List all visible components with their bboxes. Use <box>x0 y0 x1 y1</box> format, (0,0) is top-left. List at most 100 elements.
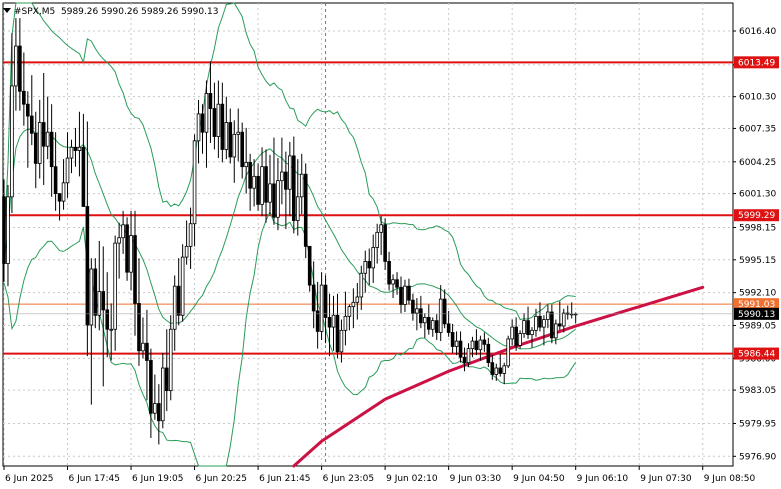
candle-body <box>411 299 415 314</box>
candle-body <box>546 311 550 320</box>
candle-body <box>307 245 312 286</box>
candle-body <box>288 155 292 190</box>
candle-body <box>125 224 129 273</box>
candle-body <box>109 328 113 331</box>
candle-body <box>101 291 106 311</box>
candle-body <box>81 146 86 207</box>
candle-body <box>208 93 213 109</box>
chart-background <box>0 0 781 489</box>
candle-body <box>387 261 391 285</box>
candle-body <box>69 146 74 159</box>
candle-body <box>89 268 94 326</box>
symbol-label: #SPX,M5 <box>14 7 55 17</box>
candle-body <box>61 182 66 202</box>
candle-body <box>478 339 483 351</box>
candle-body <box>113 242 117 330</box>
candle-body <box>145 342 149 361</box>
candle-body <box>292 155 296 221</box>
price-tick-label: 5998.15 <box>739 224 776 234</box>
candle-body <box>264 166 268 203</box>
candle-body <box>276 180 280 218</box>
candle-body <box>542 319 546 328</box>
candle <box>303 163 308 259</box>
candle-body <box>121 224 125 239</box>
candle-body <box>168 328 173 392</box>
time-tick-label: 9 Jun 08:50 <box>704 474 756 484</box>
candle-body <box>454 340 459 347</box>
time-tick-label: 9 Jun 04:50 <box>513 474 565 484</box>
candle-body <box>419 308 423 324</box>
candle-body <box>518 333 522 346</box>
candle-body <box>192 140 197 225</box>
candle-body <box>260 166 264 205</box>
price-tick-label: 5995.15 <box>739 256 776 266</box>
candle-body <box>399 286 403 305</box>
candle-body <box>319 284 324 332</box>
candle-body <box>462 356 467 364</box>
level-price-tag-label: 6013.49 <box>738 58 775 68</box>
candle-body <box>236 131 241 135</box>
price-tick-label: 6004.25 <box>739 158 776 168</box>
candle-body <box>506 338 510 367</box>
candle-body <box>53 166 58 194</box>
candle-body <box>149 360 153 414</box>
candle-body <box>137 303 141 352</box>
candle-body <box>160 367 165 422</box>
candle-body <box>522 320 526 334</box>
price-tick-label: 5983.05 <box>739 386 776 396</box>
candle-body <box>363 261 368 274</box>
candle-body <box>224 122 229 150</box>
candle-body <box>200 113 205 133</box>
candle-body <box>129 235 133 273</box>
candle <box>506 335 510 369</box>
time-tick-label: 9 Jun 07:30 <box>640 474 692 484</box>
candle-body <box>65 157 70 184</box>
candle <box>307 245 312 292</box>
candle-body <box>359 272 364 298</box>
candle-body <box>383 224 387 262</box>
price-tick-label: 5976.90 <box>739 452 776 462</box>
candle-body <box>272 183 276 218</box>
time-tick-label: 9 Jun 02:10 <box>386 474 438 484</box>
candle-body <box>371 247 376 269</box>
candle-body <box>514 326 518 346</box>
candle-body <box>311 284 316 312</box>
candle-body <box>164 367 169 392</box>
candle-body <box>41 122 46 147</box>
candle-body <box>530 329 534 336</box>
candle-body <box>498 367 503 374</box>
candle-body <box>37 122 42 164</box>
candle-body <box>252 175 256 189</box>
candle-body <box>180 256 185 316</box>
candle-body <box>550 311 554 339</box>
candle-body <box>442 298 447 325</box>
candle-body <box>407 285 411 301</box>
candle-body <box>14 45 18 87</box>
time-tick-label: 6 Jun 17:45 <box>69 474 120 484</box>
time-tick-label: 6 Jun 20:25 <box>196 474 247 484</box>
time-tick-label: 6 Jun 2025 <box>5 474 53 484</box>
candle-body <box>534 315 538 331</box>
price-tick-label: 6001.30 <box>739 190 776 200</box>
candle-body <box>482 339 487 345</box>
candle-body <box>458 340 463 358</box>
candle-body <box>280 171 284 182</box>
candle-body <box>220 103 225 150</box>
candle-body <box>268 183 272 203</box>
candle-body <box>339 329 344 353</box>
candle-body <box>450 332 455 347</box>
candle-body <box>256 175 260 205</box>
level-price-tag-label: 5986.44 <box>738 350 775 360</box>
candle-body <box>494 367 499 375</box>
candle-body <box>232 133 237 158</box>
candle-body <box>244 161 248 168</box>
candle-body <box>73 146 78 151</box>
candle-body <box>18 45 22 92</box>
price-tick-label: 5979.95 <box>739 419 776 429</box>
candle-body <box>93 268 98 316</box>
ohlc-values: 5989.26 5990.26 5989.26 5990.13 <box>61 7 218 17</box>
candle-body <box>379 224 383 233</box>
candle-body <box>375 231 379 248</box>
candle-body <box>561 312 566 327</box>
candle-body <box>538 315 542 328</box>
